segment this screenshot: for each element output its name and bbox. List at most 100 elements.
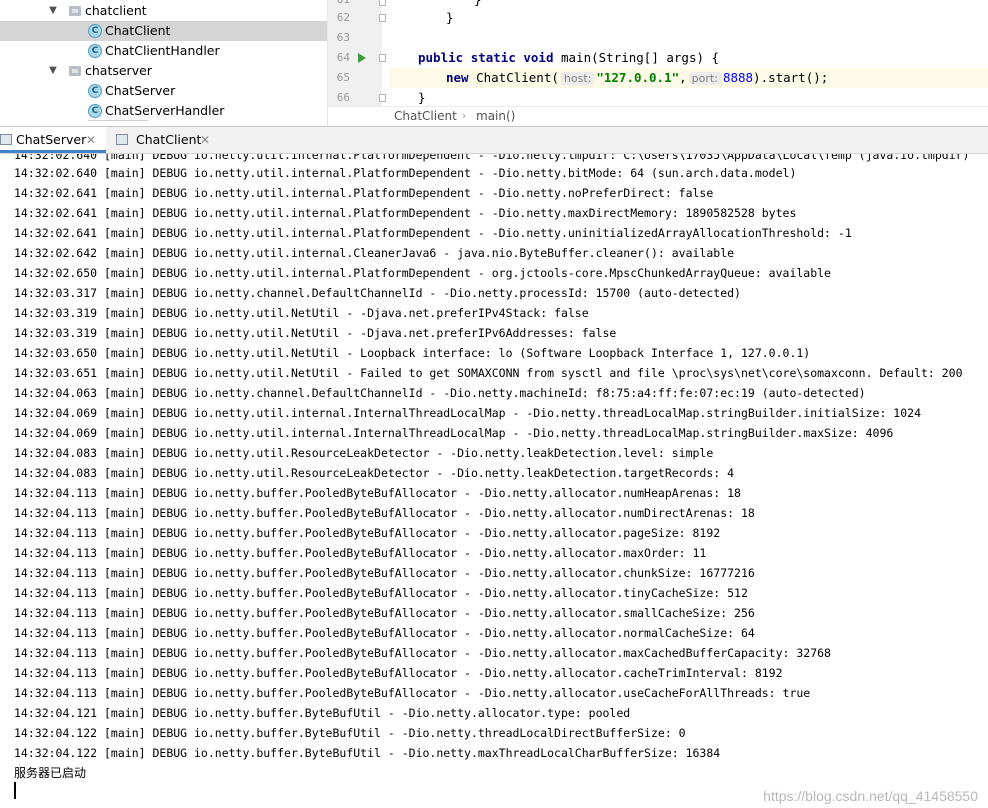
line-number: 64 [336, 51, 350, 64]
fold-marker-icon[interactable] [379, 94, 386, 102]
log-line: 14:32:04.113 [main] DEBUG io.netty.buffe… [14, 686, 811, 700]
keyword-token: new [446, 70, 469, 85]
tab-chatclient[interactable]: ChatClient ✕ [116, 127, 222, 153]
run-gutter-icon[interactable] [358, 53, 366, 63]
parameter-hint: host: [560, 72, 595, 85]
keyword-token: void [523, 50, 554, 65]
console-caret [14, 782, 16, 799]
tree-item-chatclient-class[interactable]: C ChatClient [0, 21, 327, 41]
breadcrumb: ChatClient › main() [328, 106, 988, 126]
tree-item-label: ChatServerHandler [105, 103, 225, 118]
line-number: 63 [336, 31, 350, 44]
log-line: 14:32:04.113 [main] DEBUG io.netty.buffe… [14, 566, 755, 580]
fold-marker-icon[interactable] [379, 14, 386, 22]
console-tab-icon [0, 134, 12, 145]
code-line-64: public static void main(String[] args) { [390, 48, 988, 68]
tree-item-label: ChatClientHandler [105, 43, 220, 58]
code-token: } [390, 0, 482, 7]
log-line: 14:32:02.642 [main] DEBUG io.netty.util.… [14, 246, 735, 260]
log-line: 14:32:02.650 [main] DEBUG io.netty.util.… [14, 266, 831, 280]
chevron-down-icon[interactable]: ▼ [47, 1, 59, 21]
run-tab-bar: ChatServer ✕ ChatClient ✕ [0, 126, 988, 154]
console-tab-icon [116, 134, 128, 145]
close-icon[interactable]: ✕ [200, 127, 210, 153]
log-line: 14:32:03.317 [main] DEBUG io.netty.chann… [14, 286, 741, 300]
java-class-icon: C [88, 104, 102, 118]
code-token: main(String[] args) { [553, 50, 720, 65]
chevron-right-icon: › [462, 109, 467, 122]
log-line: 14:32:04.113 [main] DEBUG io.netty.buffe… [14, 486, 741, 500]
chevron-down-icon[interactable]: ▼ [47, 61, 59, 81]
tree-item-chatserverhandler[interactable]: C ChatServerHandler [0, 101, 327, 121]
code-token: ).start(); [753, 70, 829, 85]
log-line: 14:32:04.122 [main] DEBUG io.netty.buffe… [14, 746, 721, 760]
code-token: } [446, 10, 454, 25]
tab-label: ChatClient [136, 132, 202, 147]
string-token: "127.0.0.1" [596, 70, 680, 85]
line-number: 66 [336, 91, 350, 104]
code-token: } [418, 90, 426, 105]
breadcrumb-item[interactable]: ChatClient [394, 107, 457, 125]
log-line: 14:32:04.083 [main] DEBUG io.netty.util.… [14, 466, 735, 480]
log-line: 14:32:02.640 [main] DEBUG io.netty.util.… [14, 166, 797, 180]
package-icon [69, 66, 81, 76]
log-line: 14:32:03.651 [main] DEBUG io.netty.util.… [14, 366, 963, 380]
log-line: 14:32:04.113 [main] DEBUG io.netty.buffe… [14, 506, 755, 520]
package-icon [69, 6, 81, 16]
log-line: 14:32:04.122 [main] DEBUG io.netty.buffe… [14, 726, 686, 740]
breadcrumb-item[interactable]: main() [476, 107, 515, 125]
keyword-token: static [470, 50, 516, 65]
tree-item-chatserver[interactable]: ▼ chatserver [0, 61, 327, 81]
java-class-icon: C [88, 84, 102, 98]
fold-marker-icon[interactable] [379, 54, 386, 62]
tab-chatserver[interactable]: ChatServer ✕ [0, 127, 106, 153]
tab-label: ChatServer [16, 132, 87, 147]
console-output[interactable]: 14:32:02.640 [main] DEBUG io.netty.util.… [0, 154, 988, 808]
tree-item-chatclient[interactable]: ▼ chatclient [0, 1, 327, 21]
code-editor[interactable]: 61 62 63 64 65 66 } } public static void… [327, 0, 988, 126]
log-line: 14:32:04.113 [main] DEBUG io.netty.buffe… [14, 546, 707, 560]
java-class-icon: C [88, 24, 102, 38]
tree-item-label: ChatClient [105, 23, 171, 38]
tree-item-chatserver-class[interactable]: C ChatServer [0, 81, 327, 101]
fold-marker-icon[interactable] [379, 0, 386, 6]
log-line: 14:32:04.069 [main] DEBUG io.netty.util.… [14, 426, 894, 440]
line-number: 62 [336, 11, 350, 24]
tree-item-label: ChatServer [105, 83, 176, 98]
log-line: 14:32:02.641 [main] DEBUG io.netty.util.… [14, 226, 852, 240]
log-line: 14:32:02.641 [main] DEBUG io.netty.util.… [14, 186, 714, 200]
watermark: https://blog.csdn.net/qq_41458550 [763, 788, 978, 804]
log-line: 14:32:04.113 [main] DEBUG io.netty.buffe… [14, 666, 783, 680]
project-tree: ▼ chatclient C ChatClient C ChatClientHa… [0, 0, 327, 126]
code-line-66: } [390, 88, 988, 108]
tree-item-chatclienthandler[interactable]: C ChatClientHandler [0, 41, 327, 61]
tree-item-label: chatclient [85, 3, 147, 18]
log-line: 14:32:02.641 [main] DEBUG io.netty.util.… [14, 206, 797, 220]
log-line: 14:32:04.121 [main] DEBUG io.netty.buffe… [14, 706, 631, 720]
tree-item-label: chatserver [85, 63, 152, 78]
code-line-62: } [390, 8, 988, 28]
log-line: 14:32:04.069 [main] DEBUG io.netty.util.… [14, 406, 921, 420]
parameter-hint: port: [688, 72, 721, 85]
log-line: 14:32:03.319 [main] DEBUG io.netty.util.… [14, 326, 617, 340]
log-line: 14:32:04.063 [main] DEBUG io.netty.chann… [14, 386, 866, 400]
keyword-token: public [418, 50, 464, 65]
code-token: , [679, 70, 687, 85]
log-line: 14:32:04.113 [main] DEBUG io.netty.buffe… [14, 526, 721, 540]
log-line: 14:32:03.650 [main] DEBUG io.netty.util.… [14, 346, 811, 360]
log-line: 14:32:04.113 [main] DEBUG io.netty.buffe… [14, 606, 755, 620]
code-token: ChatClient( [468, 70, 559, 85]
log-line: 14:32:04.083 [main] DEBUG io.netty.util.… [14, 446, 714, 460]
log-line: 14:32:04.113 [main] DEBUG io.netty.buffe… [14, 586, 748, 600]
log-line: 14:32:03.319 [main] DEBUG io.netty.util.… [14, 306, 589, 320]
log-line: 14:32:04.113 [main] DEBUG io.netty.buffe… [14, 646, 831, 660]
java-class-icon: C [88, 44, 102, 58]
line-number: 65 [336, 71, 350, 84]
close-icon[interactable]: ✕ [86, 127, 96, 153]
server-started-message: 服务器已启动 [14, 766, 87, 780]
editor-gutter: 61 62 63 64 65 66 [328, 0, 386, 106]
number-token: 8888 [722, 70, 754, 85]
code-area[interactable]: } } public static void main(String[] arg… [390, 0, 988, 106]
